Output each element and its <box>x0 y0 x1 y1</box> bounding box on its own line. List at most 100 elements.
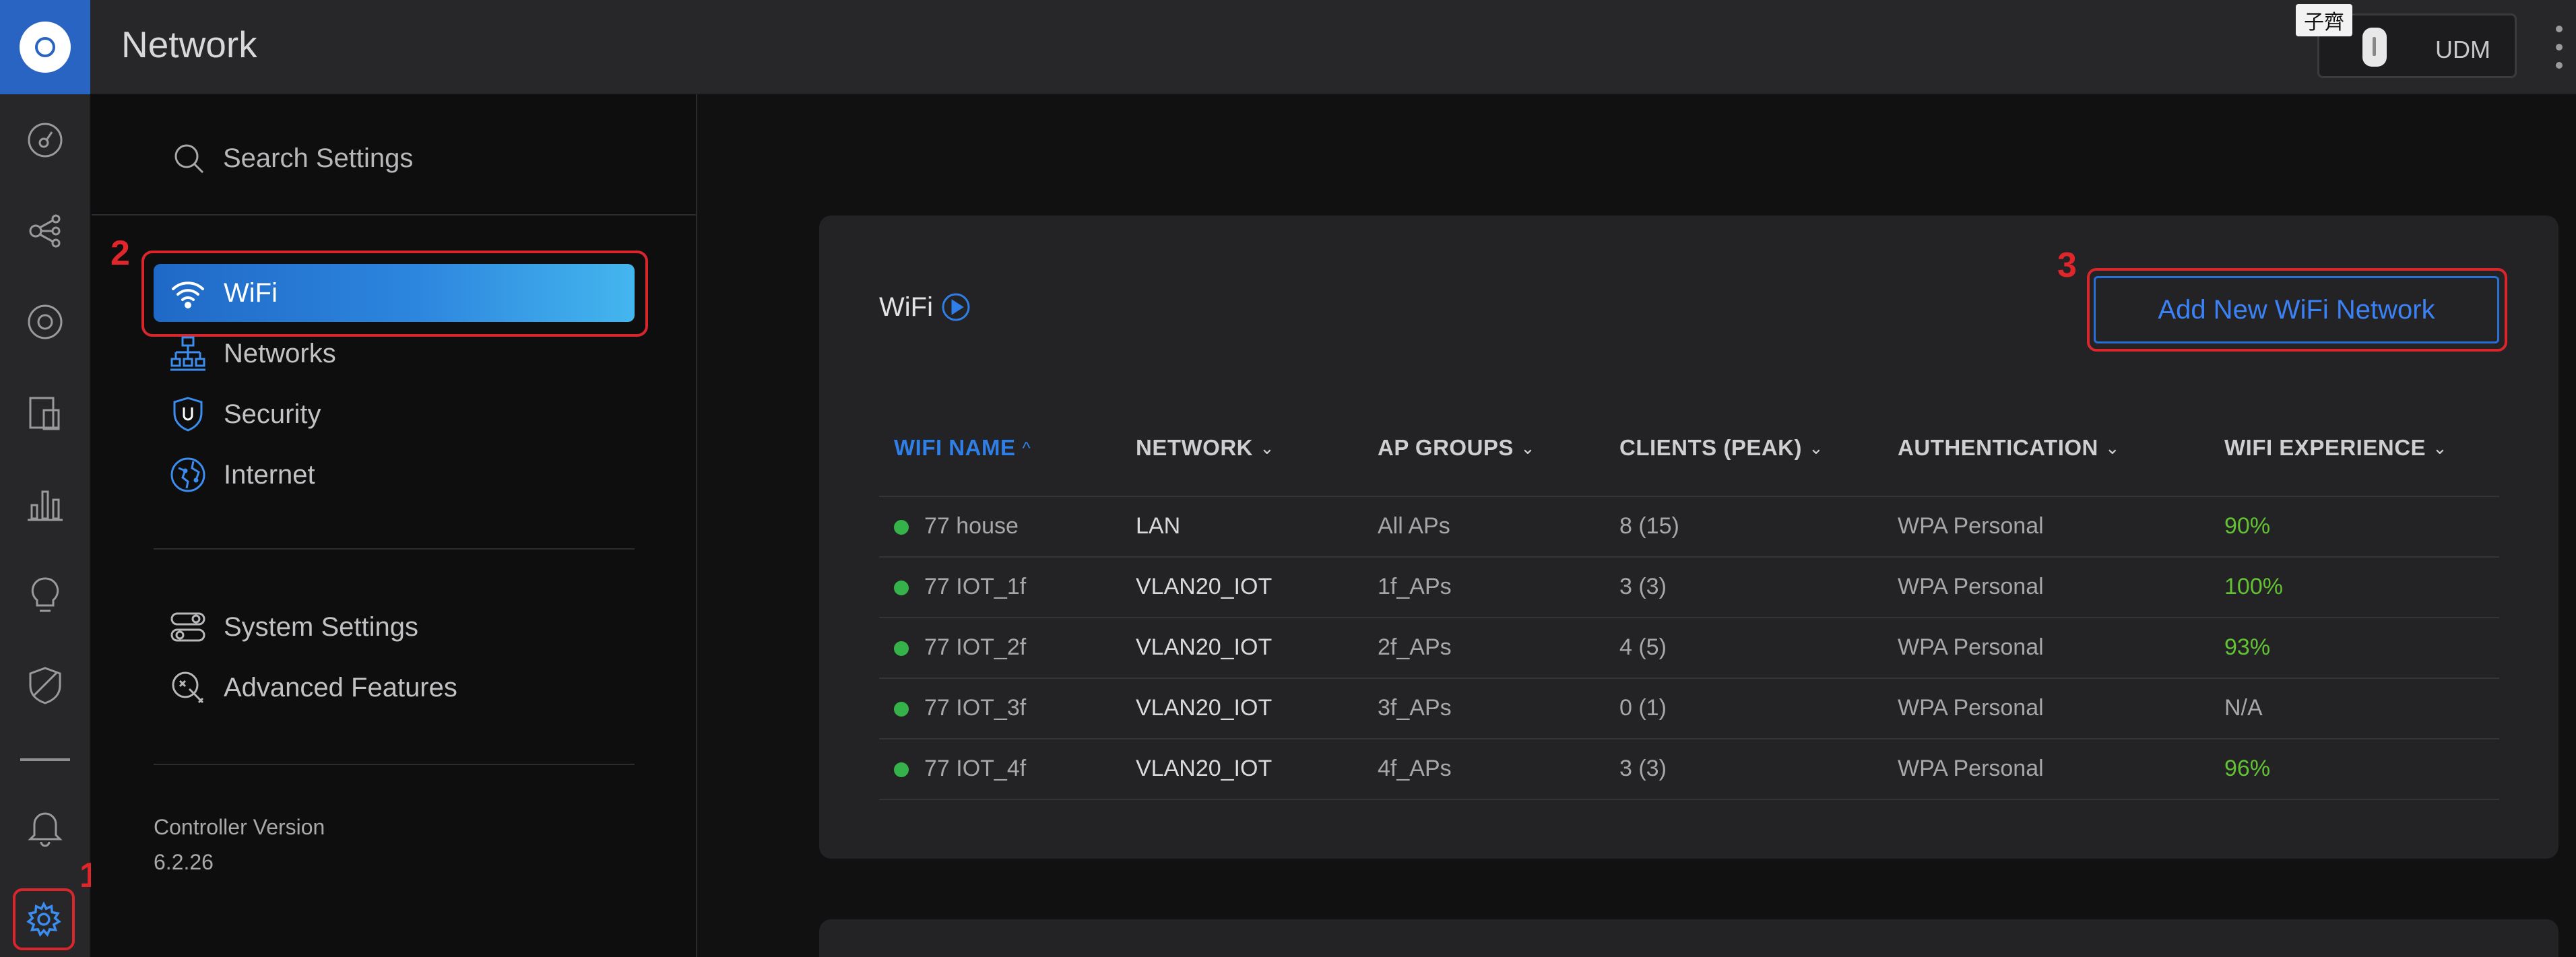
settings-gear-icon <box>26 901 61 937</box>
table-header-divider <box>879 496 2499 497</box>
cell-clients: 3 (3) <box>1619 756 1667 781</box>
sidebar-divider-2 <box>154 764 635 765</box>
column-header-network[interactable]: NETWORK ⌄ <box>1136 435 1275 461</box>
internet-globe-icon <box>167 454 209 496</box>
search-settings[interactable] <box>172 138 643 178</box>
chevron-down-icon: ⌄ <box>2104 437 2121 458</box>
sidebar-item-label: Internet <box>224 459 315 490</box>
secondary-card <box>819 919 2558 957</box>
cell-clients: 0 (1) <box>1619 695 1667 721</box>
add-new-wifi-network-button[interactable]: Add New WiFi Network <box>2094 276 2499 343</box>
cell-ap-groups: 1f_APs <box>1378 574 1452 599</box>
chevron-down-icon: ⌄ <box>1520 437 1536 458</box>
cell-wifi-experience: 100% <box>2224 574 2283 599</box>
column-label: CLIENTS (PEAK) <box>1619 435 1802 460</box>
sidebar-item-advanced-features[interactable]: Advanced Features <box>154 659 635 717</box>
cell-clients: 3 (3) <box>1619 574 1667 599</box>
status-online-icon <box>894 762 909 777</box>
cell-clients: 4 (5) <box>1619 634 1667 660</box>
status-online-icon <box>894 581 909 595</box>
cell-wifi-experience: 90% <box>2224 513 2271 539</box>
column-header-wifi-name[interactable]: WIFI NAME ^ <box>894 435 1031 461</box>
wifi-card-title: WiFi <box>879 291 972 323</box>
cell-wifi-experience: N/A <box>2224 695 2263 721</box>
device-name: UDM <box>2435 36 2490 63</box>
column-header-wifi-experience[interactable]: WIFI EXPERIENCE ⌄ <box>2224 435 2447 461</box>
sidebar-item-label: Security <box>224 399 321 429</box>
sidebar-item-label: System Settings <box>224 612 419 642</box>
advanced-features-icon <box>167 667 209 708</box>
cell-wifi-name: 77 IOT_2f <box>924 634 1027 660</box>
annotation-number-3: 3 <box>2057 246 2077 285</box>
sort-ascending-icon: ^ <box>1022 437 1031 458</box>
row-divider <box>879 678 2499 679</box>
column-label: NETWORK <box>1136 435 1253 460</box>
cell-authentication: WPA Personal <box>1898 513 2044 539</box>
alerts-icon[interactable] <box>21 803 69 851</box>
sidebar-item-system-settings[interactable]: System Settings <box>154 598 635 656</box>
settings-button[interactable] <box>13 888 75 950</box>
cell-ap-groups: All APs <box>1378 513 1450 539</box>
cell-authentication: WPA Personal <box>1898 695 2044 721</box>
security-shield-icon <box>167 393 209 435</box>
cell-ap-groups: 4f_APs <box>1378 756 1452 781</box>
cell-wifi-name: 77 IOT_3f <box>924 695 1027 721</box>
cell-network: VLAN20_IOT <box>1136 695 1273 721</box>
cell-wifi-experience: 96% <box>2224 756 2271 781</box>
row-divider <box>879 738 2499 739</box>
cell-authentication: WPA Personal <box>1898 756 2044 781</box>
devices-icon[interactable] <box>21 298 69 346</box>
cell-wifi-experience: 93% <box>2224 634 2271 660</box>
status-online-icon <box>894 702 909 717</box>
sidebar-item-wifi[interactable]: WiFi <box>154 264 635 322</box>
insights-icon[interactable] <box>21 570 69 619</box>
unifi-logo[interactable] <box>0 0 90 94</box>
controller-version-label: Controller Version <box>154 815 325 839</box>
sidebar-item-networks[interactable]: Networks <box>154 325 635 383</box>
topology-icon[interactable] <box>21 207 69 255</box>
search-divider <box>92 214 697 216</box>
play-tutorial-icon[interactable] <box>940 291 972 323</box>
dashboard-icon[interactable] <box>21 116 69 164</box>
column-label: AUTHENTICATION <box>1898 435 2098 460</box>
column-header-ap-groups[interactable]: AP GROUPS ⌄ <box>1378 435 1535 461</box>
cell-network: VLAN20_IOT <box>1136 574 1273 599</box>
unifi-logo-icon <box>20 22 71 73</box>
sidebar-item-security[interactable]: Security <box>154 385 635 443</box>
cell-authentication: WPA Personal <box>1898 574 2044 599</box>
chevron-down-icon: ⌄ <box>1809 437 1824 458</box>
cell-wifi-name: 77 IOT_1f <box>924 574 1027 599</box>
cell-network: LAN <box>1136 513 1181 539</box>
column-header-clients[interactable]: CLIENTS (PEAK) ⌄ <box>1619 435 1824 461</box>
cell-ap-groups: 2f_APs <box>1378 634 1452 660</box>
annotation-number-2: 2 <box>110 234 130 273</box>
sidebar-item-internet[interactable]: Internet <box>154 446 635 504</box>
clients-icon[interactable] <box>21 389 69 437</box>
statistics-icon[interactable] <box>21 480 69 528</box>
sidebar-divider <box>154 548 635 550</box>
search-icon <box>174 144 204 174</box>
column-label: AP GROUPS <box>1378 435 1514 460</box>
device-tooltip: 子齊 <box>2296 4 2352 36</box>
controller-version-value: 6.2.26 <box>154 850 214 874</box>
threat-management-icon[interactable] <box>21 661 69 710</box>
cell-network: VLAN20_IOT <box>1136 756 1273 781</box>
cell-authentication: WPA Personal <box>1898 634 2044 660</box>
status-online-icon <box>894 520 909 535</box>
row-divider <box>879 556 2499 558</box>
page-title: WiFi <box>879 292 933 322</box>
more-options-icon[interactable] <box>2556 26 2564 69</box>
udm-device-icon <box>2362 28 2387 67</box>
top-bar: Network UDM 子齊 <box>0 0 2576 94</box>
sidebar-item-label: Networks <box>224 338 336 368</box>
cell-clients: 8 (15) <box>1619 513 1679 539</box>
cell-wifi-name: 77 IOT_4f <box>924 756 1027 781</box>
column-label: WIFI EXPERIENCE <box>2224 435 2426 460</box>
cell-wifi-name: 77 house <box>924 513 1019 539</box>
cell-network: VLAN20_IOT <box>1136 634 1273 660</box>
wifi-icon <box>167 272 209 314</box>
chevron-down-icon: ⌄ <box>2433 437 2448 458</box>
cell-ap-groups: 3f_APs <box>1378 695 1452 721</box>
search-input[interactable] <box>223 143 627 174</box>
column-header-authentication[interactable]: AUTHENTICATION ⌄ <box>1898 435 2120 461</box>
